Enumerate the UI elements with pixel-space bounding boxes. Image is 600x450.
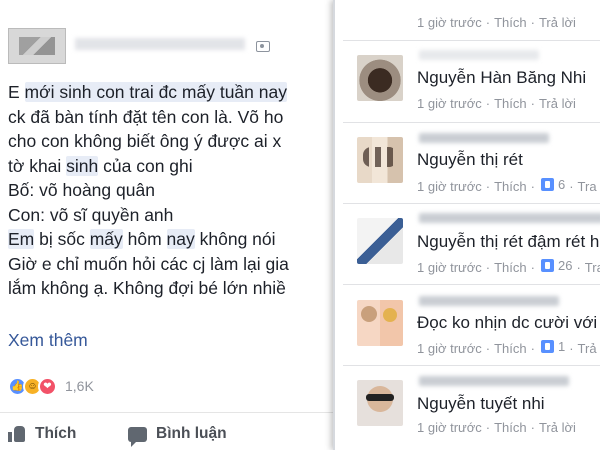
post-line: tờ khai sinh của con ghi — [8, 155, 193, 176]
comment-time[interactable]: 1 giờ trước — [417, 179, 482, 194]
commenter-name-blurred — [419, 50, 539, 60]
audience-icon[interactable] — [256, 41, 270, 52]
comment-like-link[interactable]: Thích — [494, 260, 527, 275]
comment-reply-link[interactable]: Trả lời — [539, 15, 576, 30]
post-actions-bar: Thích Bình luận — [0, 412, 345, 450]
comment-like-link[interactable]: Thích — [494, 341, 527, 356]
commenter-avatar[interactable] — [357, 218, 403, 264]
comment-button[interactable]: Bình luận — [128, 425, 227, 447]
comment-meta: 1 giờ trước · Thích · Trả lời — [417, 96, 576, 111]
commenter-name-blurred — [419, 296, 559, 306]
comment-text: Nguyễn Hàn Băng Nhi — [417, 68, 587, 87]
post-panel: E mới sinh con trai đc mấy tuần nay ck đ… — [0, 0, 345, 450]
comment-meta: 1 giờ trước · Thích · 1 · Trả — [417, 339, 597, 356]
divider — [343, 203, 600, 204]
author-name-blurred — [75, 38, 245, 50]
mini-like-icon — [540, 340, 554, 353]
comment-meta: 1 giờ trước · Thích · 6 · Tra — [417, 177, 597, 194]
divider — [343, 40, 600, 41]
commenter-avatar[interactable] — [357, 137, 403, 183]
divider — [343, 122, 600, 123]
comment-button-label: Bình luận — [156, 425, 227, 442]
commenter-name-blurred — [419, 376, 569, 386]
post-line: Giờ e chỉ muốn hỏi các cj làm lại gia — [8, 253, 289, 274]
commenter-avatar[interactable] — [357, 300, 403, 346]
comment-reply-link[interactable]: Trả lời — [539, 96, 576, 111]
comment-meta: 1 giờ trước · Thích · Trả lời — [417, 15, 576, 30]
post-line: Em bị sốc mấy hôm nay không nói — [8, 229, 276, 249]
love-reaction-icon: ❤ — [38, 376, 57, 396]
comments-panel: 1 giờ trước · Thích · Trả lời Nguyễn Hàn Băn… — [333, 0, 600, 450]
divider — [343, 284, 600, 285]
reactions-summary[interactable]: 👍 ☺ ❤ 1,6K — [8, 375, 94, 397]
comment-reply-link[interactable]: Tra — [585, 260, 600, 275]
comment-time[interactable]: 1 giờ trước — [417, 96, 482, 111]
comment-reply-link[interactable]: Tra — [578, 179, 597, 194]
comment-reply-link[interactable]: Trả — [578, 341, 597, 356]
post-body: E mới sinh con trai đc mấy tuần nay ck đ… — [8, 80, 345, 301]
author-avatar[interactable] — [8, 28, 66, 64]
comment-time[interactable]: 1 giờ trước — [417, 260, 482, 275]
commenter-avatar[interactable] — [357, 55, 403, 101]
mini-like-icon — [540, 259, 554, 272]
comment-like-count[interactable]: 1 — [539, 339, 565, 354]
post-line: ck đã bàn tính đặt tên con là. Võ ho — [8, 106, 284, 127]
commenter-name-blurred — [419, 213, 600, 223]
comment-meta: 1 giờ trước·Thích·26·Tra — [417, 258, 600, 275]
like-button[interactable]: Thích — [8, 425, 76, 443]
comment-text: Nguyễn thị rét đậm rét hạ — [417, 232, 600, 251]
mini-like-icon — [540, 178, 554, 191]
comment-like-count[interactable]: 26 — [539, 258, 572, 273]
comment-time[interactable]: 1 giờ trước — [417, 341, 482, 356]
comment-time[interactable]: 1 giờ trước — [417, 15, 482, 30]
comment-text: Nguyễn tuyết nhi — [417, 394, 545, 413]
comment-like-link[interactable]: Thích — [494, 96, 527, 111]
comment-bubble-icon — [128, 426, 147, 447]
comment-meta: 1 giờ trước · Thích · Trả lời — [417, 420, 576, 435]
commenter-avatar[interactable] — [357, 380, 403, 426]
comment-time[interactable]: 1 giờ trước — [417, 420, 482, 435]
like-button-label: Thích — [35, 425, 77, 442]
commenter-name-blurred — [419, 133, 549, 143]
comment-reply-link[interactable]: Trả lời — [539, 420, 576, 435]
post-line: Bố: võ hoàng quân — [8, 180, 155, 200]
post-line: Con: võ sĩ quyền anh — [8, 204, 174, 225]
reaction-count[interactable]: 1,6K — [65, 378, 94, 394]
comment-like-count[interactable]: 6 — [539, 177, 565, 192]
comment-text: Nguyễn thị rét — [417, 150, 523, 169]
comment-like-link[interactable]: Thích — [494, 179, 527, 194]
post-line: lắm không ạ. Không đợi bé lớn nhiề — [8, 278, 286, 298]
divider — [343, 365, 600, 366]
comment-text: Đọc ko nhịn dc cười với n — [417, 313, 600, 332]
post-line: cho con không biết ông ý được ai x — [8, 131, 282, 151]
comment-like-link[interactable]: Thích — [494, 420, 527, 435]
see-more-link[interactable]: Xem thêm — [8, 330, 88, 351]
post-line: E mới sinh con trai đc mấy tuần nay — [8, 82, 287, 102]
thumbs-up-icon — [8, 425, 26, 443]
comment-like-link[interactable]: Thích — [494, 15, 527, 30]
